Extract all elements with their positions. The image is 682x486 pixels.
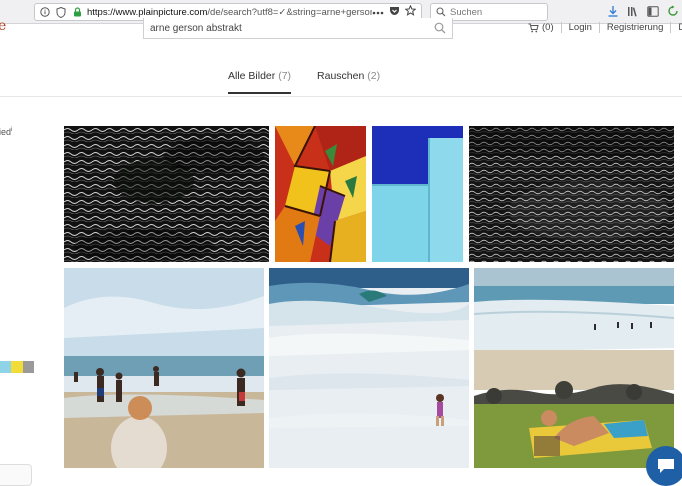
result-image-dark-water-ripples[interactable]: [64, 126, 269, 262]
site-search-value: arne gerson abstrakt: [150, 22, 242, 34]
search-icon: [436, 7, 446, 17]
sidebar-button[interactable]: [0, 464, 32, 486]
site-logo[interactable]: e: [0, 18, 6, 34]
result-image-blue-wall-corner[interactable]: [372, 126, 463, 262]
result-image-beach-people-waves[interactable]: [64, 268, 264, 468]
result-image-dark-water-texture[interactable]: [469, 126, 674, 262]
filter-label-fragment[interactable]: iedi: [0, 127, 12, 137]
lock-icon: [71, 6, 83, 18]
download-icon[interactable]: [606, 4, 620, 18]
color-filter-swatch[interactable]: [0, 361, 34, 373]
swatch-color: [22, 361, 34, 373]
result-tabs: Alle Bilder (7) Rauschen (2): [228, 70, 380, 94]
chat-icon: [658, 459, 674, 473]
filter-label-sup: i: [11, 127, 13, 133]
browser-search-placeholder: Suchen: [450, 6, 483, 18]
url-text[interactable]: https://www.plainpicture.com/de/search?u…: [87, 7, 372, 18]
result-image-girl-in-surf[interactable]: [269, 268, 469, 468]
url-path: /de/search?utf8=✓&string=arne+gerson+ +a: [207, 6, 372, 18]
swatch-color: [11, 361, 23, 373]
language-selector[interactable]: DE: [678, 22, 682, 33]
login-link[interactable]: Login: [569, 22, 592, 33]
shield-icon[interactable]: [55, 6, 67, 18]
sidebar-toggle-icon[interactable]: [646, 4, 660, 18]
tab-count: (7): [278, 70, 292, 82]
more-icon[interactable]: [372, 7, 384, 18]
tab-count: (2): [367, 70, 381, 82]
cart-link[interactable]: (0): [528, 22, 554, 33]
info-icon[interactable]: [39, 6, 51, 18]
site-search-input[interactable]: arne gerson abstrakt: [143, 18, 453, 39]
result-image-stained-glass[interactable]: [275, 126, 366, 262]
search-icon[interactable]: [434, 22, 446, 34]
register-link[interactable]: Registrierung: [607, 22, 664, 33]
cart-icon: [528, 23, 539, 32]
result-image-sunbathing-beach[interactable]: [474, 268, 674, 468]
tabs-divider: [0, 96, 682, 97]
bookmark-star-icon[interactable]: [404, 4, 417, 19]
tab-label: Alle Bilder: [228, 70, 276, 82]
tab-noise[interactable]: Rauschen (2): [317, 70, 380, 94]
filter-label-text: ied: [0, 127, 12, 137]
tab-label: Rauschen: [317, 70, 365, 82]
tab-all-images[interactable]: Alle Bilder (7): [228, 70, 292, 94]
url-host: https://www.plainpicture.com: [87, 6, 208, 18]
swatch-color: [0, 361, 12, 373]
pocket-icon[interactable]: [389, 6, 400, 19]
cart-count: (0): [542, 22, 554, 33]
site-nav: (0) Login Registrierung DE: [528, 22, 682, 33]
chat-button[interactable]: [646, 446, 682, 486]
sync-icon[interactable]: [666, 4, 680, 18]
library-icon[interactable]: [626, 4, 640, 18]
